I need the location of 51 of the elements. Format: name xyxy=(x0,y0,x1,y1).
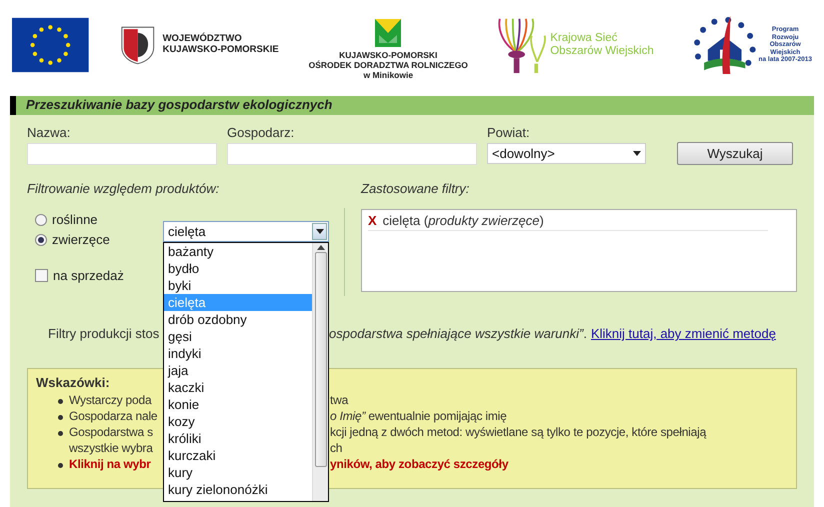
caret-icon xyxy=(633,151,641,156)
panel-title: Przeszukiwanie bazy gospodarstw ekologicznych xyxy=(10,96,814,115)
flag-icon xyxy=(12,16,89,74)
scrollbar[interactable] xyxy=(312,243,328,501)
logo-text: KUJAWSKO-POMORSKIE xyxy=(162,45,279,56)
scroll-up-icon[interactable] xyxy=(316,245,324,250)
logo-text: KUJAWSKO-POMORSKI xyxy=(339,51,438,60)
district-select[interactable]: <dowolny> xyxy=(487,143,646,164)
bullet-icon xyxy=(58,415,63,420)
text-field[interactable] xyxy=(27,143,217,165)
field-label: Gospodarz: xyxy=(227,125,296,140)
search-button[interactable]: Wyszukaj xyxy=(677,142,793,165)
hint-text: twa xyxy=(330,392,350,408)
logo-text: w Minikowie xyxy=(363,70,414,81)
hint-text: Kliknij na wybr xyxy=(69,456,152,472)
radio-label: zwierzęce xyxy=(52,232,110,247)
logo-text: OŚRODEK DORADZTWA ROLNICZEGO xyxy=(308,61,468,71)
remove-filter-button[interactable]: X xyxy=(368,213,377,228)
hint-text: wszystkie wybra xyxy=(69,440,154,456)
radio-button[interactable] xyxy=(35,234,47,246)
logo-icon xyxy=(375,19,402,48)
hint-text: Gospodarstwa s xyxy=(69,424,154,440)
hint-text: o Imię” ewentualnie pomijając imię xyxy=(330,408,508,424)
hint-text: kcji jedną z dwóch metod: wyświetlane są tylko te pozycje, które spełniają xyxy=(330,424,708,440)
bullet-icon xyxy=(58,399,63,404)
hints-title: Wskazówki: xyxy=(36,375,110,390)
hint-text: Gospodarza nale xyxy=(69,408,158,424)
logo-text: Krajowa Sieć xyxy=(550,32,618,45)
hint-text: Wystarczy poda xyxy=(69,392,153,408)
checkbox[interactable] xyxy=(35,269,48,282)
logo-text: Obszarów Wiejskich xyxy=(550,45,654,58)
field-label: Nazwa: xyxy=(27,125,72,140)
method-note-text: Filtry produkcji stos xyxy=(48,326,160,341)
caret-icon xyxy=(316,229,324,234)
radio-label: roślinne xyxy=(52,212,98,227)
hint-text: yników, aby zobaczyć szczegóły xyxy=(330,456,510,472)
field-label: Powiat: xyxy=(487,125,531,140)
change-method-link[interactable]: Kliknij tutaj, aby zmienić metodę xyxy=(590,326,776,341)
logo-text: WOJEWÓDZTWO xyxy=(162,34,242,45)
coat-of-arms-icon xyxy=(120,24,156,66)
product-select[interactable]: cielęta xyxy=(163,221,329,242)
radio-button[interactable] xyxy=(35,214,47,226)
filter-heading: Filtrowanie względem produktów: xyxy=(27,181,220,196)
text-field[interactable] xyxy=(227,143,477,165)
applied-heading: Zastosowane filtry: xyxy=(361,181,470,196)
filter-text: cielęta (produkty zwierzęce) xyxy=(382,213,544,228)
hint-text: ch xyxy=(330,440,344,456)
bullet-icon xyxy=(58,463,63,468)
checkbox-label: na sprzedaż xyxy=(53,268,124,283)
method-note-text: ospodarstwa spełniające wszystkie warunki”. xyxy=(329,326,587,341)
bullet-icon xyxy=(58,431,63,436)
